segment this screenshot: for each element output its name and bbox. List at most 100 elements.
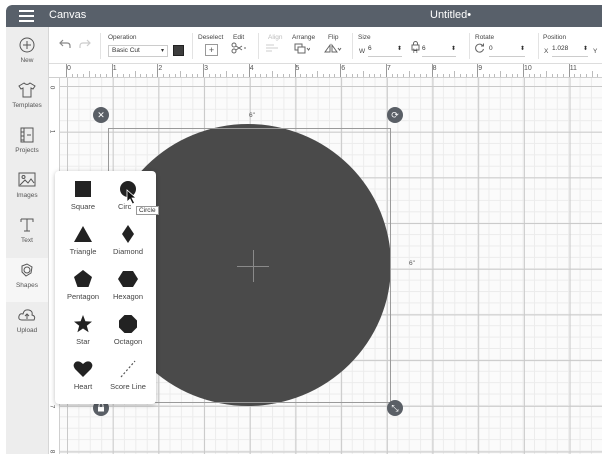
rotate-input[interactable]: 0 ⬍ — [489, 45, 525, 57]
resize-diagonal-icon: ⤡ — [391, 403, 399, 413]
undo-icon[interactable] — [59, 39, 71, 52]
ruler-tick — [385, 64, 387, 77]
edit-label: Edit — [233, 34, 245, 41]
redo-icon[interactable] — [79, 39, 91, 52]
edit-toolbar: Operation Basic Cut ▾ Deselect + Edit Al… — [49, 27, 602, 64]
nav-text[interactable]: Text — [6, 213, 48, 257]
shape-label: Diamond — [112, 247, 143, 256]
ruler-tick-label: 6 — [341, 65, 346, 72]
ruler-tick-label: 4 — [249, 65, 254, 72]
ruler-tick — [431, 64, 433, 77]
rotate-handle[interactable]: ⟳ — [387, 107, 403, 123]
ruler-minor-tick — [323, 74, 325, 77]
ruler-minor-tick — [483, 74, 484, 77]
deselect-button[interactable]: + — [205, 44, 218, 56]
shape-hexagon[interactable]: Hexagon — [104, 269, 152, 309]
position-label: Position — [543, 34, 567, 41]
x-label: X — [544, 48, 549, 55]
resize-handle[interactable]: ⤡ — [387, 400, 403, 416]
stepper-icon[interactable]: ⬍ — [451, 45, 456, 52]
nav-templates[interactable]: Templates — [6, 78, 48, 122]
circle-tooltip: Circle — [136, 206, 159, 215]
ruler-minor-tick — [591, 71, 593, 77]
ruler-minor-tick — [317, 71, 319, 77]
delete-handle[interactable]: ✕ — [93, 107, 109, 123]
ruler-minor-tick — [191, 74, 193, 77]
nav-upload-label: Upload — [16, 327, 38, 334]
ruler-minor-tick — [380, 74, 382, 77]
operation-color-swatch[interactable] — [173, 45, 184, 56]
left-nav: New Templates Projects Images Text Shape… — [6, 27, 49, 454]
height-input[interactable]: 6 ⬍ — [422, 45, 456, 57]
text-icon — [6, 213, 48, 235]
x-input[interactable]: 1.028 ⬍ — [552, 45, 588, 57]
ruler-minor-tick — [443, 74, 445, 77]
nav-images-label: Images — [16, 192, 38, 199]
shape-octagon[interactable]: Octagon — [104, 314, 152, 354]
triangle-icon — [59, 224, 107, 246]
rotate-icon: ⟳ — [391, 110, 399, 120]
ruler-minor-tick — [368, 74, 370, 77]
ruler-minor-tick — [185, 74, 187, 77]
shirt-icon — [6, 78, 48, 100]
arrange-icon[interactable] — [294, 43, 311, 57]
shape-triangle[interactable]: Triangle — [59, 224, 107, 264]
ruler-tick — [477, 64, 479, 77]
shape-label: Star — [76, 337, 90, 346]
ruler-minor-tick — [71, 74, 73, 77]
operation-select[interactable]: Basic Cut ▾ — [108, 45, 168, 57]
ruler-minor-tick — [197, 74, 199, 77]
ruler-minor-tick — [311, 74, 313, 77]
shape-score-line[interactable]: Score Line — [104, 359, 152, 399]
stepper-icon[interactable]: ⬍ — [520, 45, 525, 52]
ruler-minor-tick — [494, 74, 496, 77]
ruler-minor-tick — [123, 74, 125, 77]
ruler-minor-tick — [180, 71, 182, 77]
shape-pentagon[interactable]: Pentagon — [59, 269, 107, 309]
ruler-minor-tick — [334, 74, 336, 77]
stepper-icon[interactable]: ⬍ — [397, 45, 402, 52]
ruler-minor-tick — [414, 74, 416, 77]
nav-shapes[interactable]: Shapes — [6, 258, 48, 302]
stepper-icon[interactable]: ⬍ — [583, 45, 588, 52]
ruler-tick — [111, 64, 113, 77]
ruler-tick — [157, 64, 159, 77]
ruler-minor-tick — [265, 74, 267, 77]
ruler-tick-label: 5 — [295, 65, 300, 72]
ruler-minor-tick — [151, 74, 153, 77]
ruler-minor-tick — [168, 74, 170, 77]
shape-square[interactable]: Square — [59, 179, 107, 219]
nav-projects[interactable]: Projects — [6, 123, 48, 167]
shape-label: Hexagon — [112, 292, 144, 301]
shape-heart[interactable]: Heart — [59, 359, 107, 399]
ruler-tick-label: 0 — [67, 65, 71, 72]
nav-upload[interactable]: Upload — [6, 303, 48, 347]
menu-icon[interactable] — [19, 10, 34, 22]
arrange-label: Arrange — [292, 34, 316, 41]
ruler-minor-tick — [163, 74, 165, 77]
shapes-icon — [6, 258, 48, 280]
ruler-minor-tick — [351, 74, 353, 77]
nav-new[interactable]: New — [6, 33, 48, 77]
nav-images[interactable]: Images — [6, 168, 48, 212]
width-input[interactable]: 6 ⬍ — [368, 45, 402, 57]
hexagon-icon — [104, 269, 152, 291]
ruler-minor-tick — [551, 74, 553, 77]
shape-star[interactable]: Star — [59, 314, 107, 354]
ruler-minor-tick — [511, 74, 513, 77]
flip-icon[interactable] — [324, 43, 342, 57]
document-title[interactable]: Untitled• — [430, 9, 471, 21]
nav-shapes-label: Shapes — [15, 282, 39, 289]
ruler-tick-label: 2 — [158, 65, 163, 72]
ruler-tick — [66, 64, 67, 77]
shape-diamond[interactable]: Diamond — [104, 224, 152, 264]
scissors-icon[interactable] — [231, 42, 247, 57]
ruler-tick — [294, 64, 296, 77]
ruler-minor-tick — [134, 71, 136, 77]
rotate-value: 0 — [489, 45, 493, 52]
align-icon[interactable] — [265, 43, 279, 56]
ruler-minor-tick — [374, 74, 376, 77]
ruler-minor-tick — [174, 74, 176, 77]
x-value: 1.028 — [552, 45, 569, 52]
ruler-tick-label: 3 — [204, 65, 208, 72]
